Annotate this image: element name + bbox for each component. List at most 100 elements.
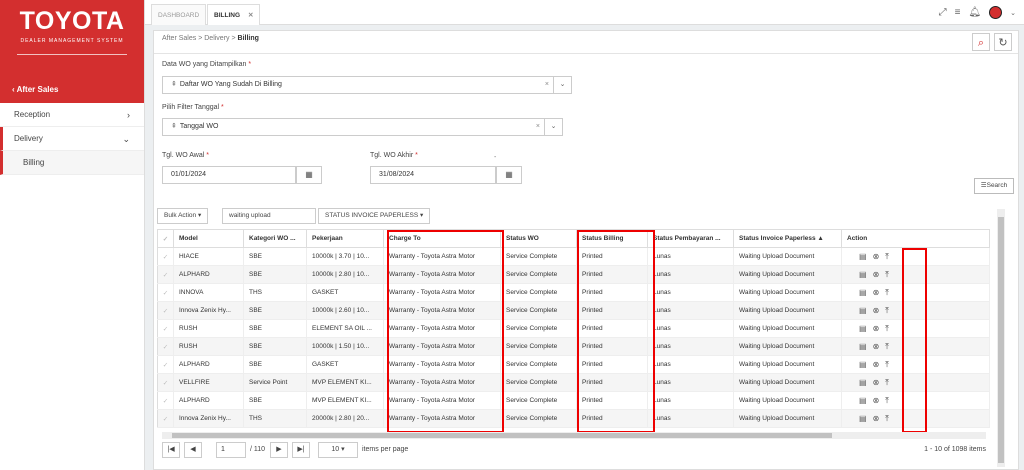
column-header-model[interactable]: Model [173, 229, 244, 248]
scrollbar-thumb[interactable] [172, 433, 832, 438]
row-checkbox[interactable]: ✓ [157, 247, 174, 266]
view-detail-icon[interactable]: ▤ [859, 270, 867, 279]
page-number-input[interactable]: 1 [216, 442, 246, 458]
row-checkbox[interactable]: ✓ [157, 409, 174, 428]
calendar-icon[interactable]: ▦ [496, 166, 522, 184]
upload-icon[interactable]: ⤒ [885, 360, 889, 370]
scrollbar-thumb[interactable] [998, 217, 1004, 463]
breadcrumb-delivery[interactable]: Delivery [204, 35, 229, 42]
clear-icon[interactable]: × [545, 77, 549, 93]
cancel-icon[interactable]: ⊗ [873, 270, 880, 279]
status-invoice-paperless-dropdown[interactable]: STATUS INVOICE PAPERLESS ▾ [318, 208, 431, 224]
column-header-pekerjaan[interactable]: Pekerjaan [306, 229, 384, 248]
search-icon[interactable]: ⌕ [972, 33, 990, 51]
table-row[interactable]: ✓ HIACE SBE 10000k | 3.70 | 10... Warranty -… [157, 247, 990, 266]
chevron-down-icon[interactable]: ⌄ [544, 119, 562, 135]
row-checkbox[interactable]: ✓ [157, 337, 174, 356]
upload-icon[interactable]: ⤒ [885, 414, 889, 424]
bulk-action-button[interactable]: Bulk Action ▾ [157, 208, 209, 224]
items-per-page-select[interactable]: 10 ▾ [318, 442, 358, 458]
upload-icon[interactable]: ⤒ [885, 252, 889, 262]
upload-icon[interactable]: ⤒ [885, 324, 889, 334]
tab-billing[interactable]: BILLING ✕ [207, 4, 261, 25]
view-detail-icon[interactable]: ▤ [859, 378, 867, 387]
view-detail-icon[interactable]: ▤ [859, 396, 867, 405]
refresh-icon[interactable]: ↻ [994, 33, 1012, 51]
search-button[interactable]: ☰Search [974, 178, 1014, 194]
view-detail-icon[interactable]: ▤ [859, 360, 867, 369]
chevron-down-icon[interactable]: ⌄ [553, 77, 571, 93]
clear-icon[interactable]: × [536, 119, 540, 135]
sidebar-item-after-sales[interactable]: ‹ After Sales [0, 77, 144, 103]
table-row[interactable]: ✓ INNOVA THS GASKET Warranty - Toyota Astra … [157, 283, 990, 302]
table-row[interactable]: ✓ RUSH SBE 10000k | 1.50 | 10... Warranty - … [157, 337, 990, 356]
cancel-icon[interactable]: ⊗ [873, 288, 880, 297]
cancel-icon[interactable]: ⊗ [873, 324, 880, 333]
row-checkbox[interactable]: ✓ [157, 319, 174, 338]
chevron-down-icon[interactable]: ⌄ [1010, 9, 1016, 17]
next-page-button[interactable]: ▶ [270, 442, 288, 458]
column-header-status-billing[interactable]: Status Billing [576, 229, 648, 248]
upload-icon[interactable]: ⤒ [885, 270, 889, 280]
filter-tanggal-select[interactable]: ⇞ Tanggal WO × ⌄ [162, 118, 563, 136]
column-header-status-pembayaran[interactable]: Status Pembayaran ... [647, 229, 734, 248]
tgl-wo-akhir-input[interactable]: 31/08/2024 [370, 166, 496, 184]
upload-icon[interactable]: ⤒ [885, 306, 889, 316]
upload-icon[interactable]: ⤒ [885, 342, 889, 352]
row-checkbox[interactable]: ✓ [157, 391, 174, 410]
first-page-button[interactable]: |◀ [162, 442, 180, 458]
fullscreen-icon[interactable]: ⤢ [939, 7, 947, 18]
bell-icon[interactable]: 🔔︎ [968, 7, 981, 18]
table-row[interactable]: ✓ ALPHARD SBE MVP ELEMENT KI... Warranty - T… [157, 391, 990, 410]
select-all-checkbox[interactable]: ✓ [157, 229, 174, 248]
view-detail-icon[interactable]: ▤ [859, 252, 867, 261]
table-row[interactable]: ✓ RUSH SBE ELEMENT SA OIL ... Warranty - Toy… [157, 319, 990, 338]
cancel-icon[interactable]: ⊗ [873, 342, 880, 351]
tgl-wo-awal-input[interactable]: 01/01/2024 [162, 166, 296, 184]
table-row[interactable]: ✓ VELLFIRE Service Point MVP ELEMENT KI... W… [157, 373, 990, 392]
avatar[interactable] [989, 6, 1003, 19]
table-row[interactable]: ✓ ALPHARD SBE GASKET Warranty - Toyota Astra… [157, 355, 990, 374]
upload-icon[interactable]: ⤒ [885, 396, 889, 406]
view-detail-icon[interactable]: ▤ [859, 342, 867, 351]
toyota-logo[interactable]: TOYOTA [0, 8, 144, 34]
row-checkbox[interactable]: ✓ [157, 265, 174, 284]
upload-icon[interactable]: ⤒ [885, 378, 889, 388]
cancel-icon[interactable]: ⊗ [873, 306, 880, 315]
view-detail-icon[interactable]: ▤ [859, 288, 867, 297]
row-checkbox[interactable]: ✓ [157, 283, 174, 302]
view-detail-icon[interactable]: ▤ [859, 324, 867, 333]
row-checkbox[interactable]: ✓ [157, 301, 174, 320]
last-page-button[interactable]: ▶| [292, 442, 310, 458]
vertical-scrollbar[interactable] [997, 209, 1005, 467]
cancel-icon[interactable]: ⊗ [873, 414, 880, 423]
table-row[interactable]: ✓ Innova Zenix Hy... SBE 10000k | 2.60 | 10… [157, 301, 990, 320]
view-detail-icon[interactable]: ▤ [859, 306, 867, 315]
status-filter-input[interactable]: waiting upload [222, 208, 316, 224]
column-header-status-wo[interactable]: Status WO [500, 229, 577, 248]
tab-dashboard[interactable]: DASHBOARD [151, 4, 207, 25]
table-row[interactable]: ✓ Innova Zenix Hy... THS 20000k | 2.80 | 20… [157, 409, 990, 428]
cancel-icon[interactable]: ⊗ [873, 396, 880, 405]
close-icon[interactable]: ✕ [248, 12, 253, 19]
horizontal-scrollbar[interactable] [162, 432, 986, 439]
data-wo-select[interactable]: ⇞ Daftar WO Yang Sudah Di Billing × ⌄ [162, 76, 572, 94]
sidebar-item-billing[interactable]: Billing [0, 151, 144, 175]
row-checkbox[interactable]: ✓ [157, 355, 174, 374]
cancel-icon[interactable]: ⊗ [873, 360, 880, 369]
column-header-kategori-wo[interactable]: Kategori WO ... [243, 229, 307, 248]
sidebar-item-reception[interactable]: Reception › [0, 103, 144, 127]
column-header-status-invoice-paperless[interactable]: Status Invoice Paperless ▲ [733, 229, 842, 248]
menu-icon[interactable]: ≡ [955, 7, 961, 18]
cancel-icon[interactable]: ⊗ [873, 252, 880, 261]
calendar-icon[interactable]: ▦ [296, 166, 322, 184]
cancel-icon[interactable]: ⊗ [873, 378, 880, 387]
row-checkbox[interactable]: ✓ [157, 373, 174, 392]
view-detail-icon[interactable]: ▤ [859, 414, 867, 423]
upload-icon[interactable]: ⤒ [885, 288, 889, 298]
table-row[interactable]: ✓ ALPHARD SBE 10000k | 2.80 | 10... Warranty… [157, 265, 990, 284]
column-header-charge-to[interactable]: Charge To [383, 229, 501, 248]
prev-page-button[interactable]: ◀ [184, 442, 202, 458]
breadcrumb-after-sales[interactable]: After Sales [162, 35, 196, 42]
sidebar-item-delivery[interactable]: Delivery ⌄ [0, 127, 144, 151]
